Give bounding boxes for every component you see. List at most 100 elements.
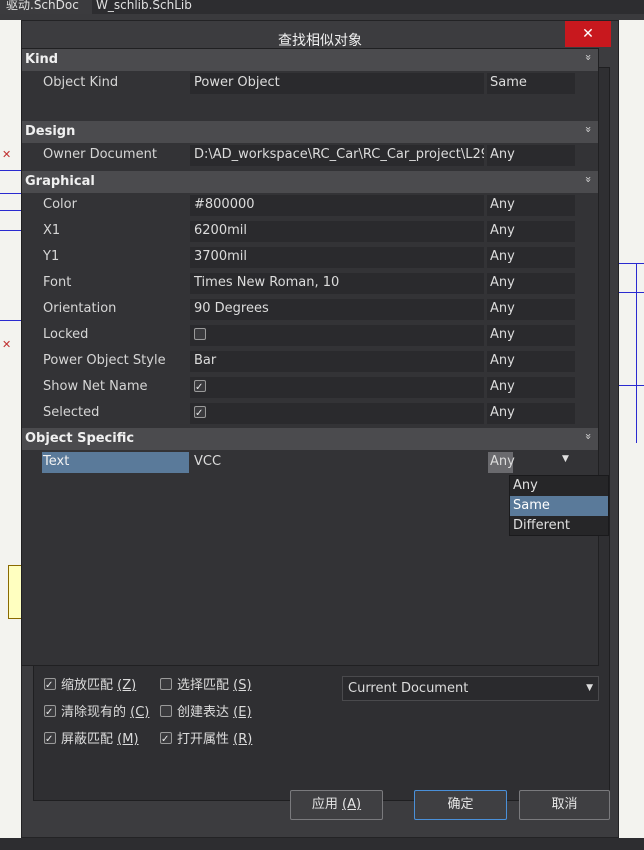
schematic-wire [0, 193, 21, 194]
editor-tab-schdoc[interactable]: 驱动.SchDoc [0, 0, 92, 14]
match-mode-dropdown-list: Any Same Different [509, 475, 609, 536]
dropdown-option-same[interactable]: Same [510, 496, 608, 516]
locked-checkbox[interactable] [194, 328, 206, 340]
property-name: Object Kind [43, 75, 119, 90]
row-show-net-name[interactable]: Show Net Name Any [22, 375, 598, 401]
option-create-expression[interactable]: 创建表达 (E) [160, 703, 252, 723]
schematic-wire [0, 210, 21, 211]
row-color[interactable]: Color #800000 Any [22, 193, 598, 219]
property-value: D:\AD_workspace\RC_Car\RC_Car_project\L2… [190, 145, 484, 166]
section-label: Object Specific [25, 431, 135, 446]
scope-select[interactable]: Current Document ▼ [342, 676, 599, 701]
close-icon: ✕ [582, 26, 594, 42]
property-value: VCC [194, 454, 222, 469]
collapse-chevron-icon[interactable]: » [582, 126, 595, 133]
schematic-wire [0, 230, 21, 231]
match-mode[interactable]: Any [487, 325, 575, 346]
editor-tab-label: W_schlib.SchLib [96, 0, 192, 12]
section-graphical[interactable]: Graphical » [22, 171, 598, 193]
row-x1[interactable]: X1 6200mil Any [22, 219, 598, 245]
section-label: Design [25, 124, 76, 139]
row-selected[interactable]: Selected Any [22, 401, 598, 427]
property-name: Selected [43, 405, 100, 420]
dropdown-option-different[interactable]: Different [510, 516, 608, 536]
match-mode[interactable]: Any [487, 145, 575, 166]
row-locked[interactable]: Locked Any [22, 323, 598, 349]
schematic-wire [636, 263, 637, 443]
checkbox[interactable] [160, 730, 172, 750]
option-label: 选择匹配 [177, 678, 230, 693]
option-select-matching[interactable]: 选择匹配 (S) [160, 676, 252, 696]
schematic-wire [0, 320, 21, 321]
option-shortcut: (E) [233, 705, 252, 720]
row-object-kind[interactable]: Object Kind Power Object Same [22, 71, 598, 97]
match-mode[interactable]: Any [487, 299, 575, 320]
schematic-wire [0, 170, 21, 171]
match-mode[interactable]: Same [487, 73, 575, 94]
scope-value: Current Document [348, 681, 469, 696]
property-value: #800000 [190, 195, 484, 216]
show-net-name-checkbox[interactable] [194, 378, 206, 398]
option-shortcut: (M) [117, 732, 139, 747]
option-label: 缩放匹配 [61, 678, 114, 693]
property-value [190, 403, 484, 424]
row-power-object-style[interactable]: Power Object Style Bar Any [22, 349, 598, 375]
match-mode[interactable]: Any [487, 221, 575, 242]
schematic-wire [619, 263, 644, 264]
section-design[interactable]: Design » [22, 121, 598, 143]
property-name: Color [43, 197, 77, 212]
option-mask-matching[interactable]: 屏蔽匹配 (M) [44, 730, 139, 750]
schematic-wire [619, 292, 644, 293]
option-open-properties[interactable]: 打开属性 (R) [160, 730, 252, 750]
collapse-chevron-icon[interactable]: » [582, 54, 595, 61]
checkbox[interactable] [44, 730, 56, 750]
collapse-chevron-icon[interactable]: » [582, 433, 595, 440]
row-y1[interactable]: Y1 3700mil Any [22, 245, 598, 271]
option-label: 清除现有的 [61, 705, 127, 720]
property-name: Text [43, 454, 70, 469]
property-name: Locked [43, 327, 89, 342]
apply-button[interactable]: 应用 (A) [290, 790, 383, 820]
option-label: 打开属性 [177, 732, 230, 747]
section-kind[interactable]: Kind » [22, 49, 598, 71]
cancel-button[interactable]: 取消 [519, 790, 610, 820]
checkbox[interactable] [44, 703, 56, 723]
checkbox[interactable] [44, 676, 56, 696]
match-mode[interactable]: Any [487, 351, 575, 372]
property-name: X1 [43, 223, 61, 238]
section-object-specific[interactable]: Object Specific » [22, 428, 598, 450]
match-mode[interactable]: Any [487, 377, 575, 398]
row-owner-document[interactable]: Owner Document D:\AD_workspace\RC_Car\RC… [22, 143, 598, 169]
checkbox[interactable] [160, 705, 172, 717]
option-shortcut: (Z) [117, 678, 137, 693]
dropdown-arrow-icon[interactable]: ▼ [562, 454, 569, 464]
match-mode[interactable]: Any [487, 195, 575, 216]
option-zoom-matching[interactable]: 缩放匹配 (Z) [44, 676, 136, 696]
property-value: 6200mil [190, 221, 484, 242]
property-value: Power Object [190, 73, 484, 94]
no-erc-marker-icon: ✕ [2, 338, 12, 351]
property-name: Font [43, 275, 72, 290]
option-clear-existing[interactable]: 清除现有的 (C) [44, 703, 149, 723]
selected-checkbox[interactable] [194, 404, 206, 424]
dropdown-option-any[interactable]: Any [510, 476, 608, 496]
row-orientation[interactable]: Orientation 90 Degrees Any [22, 297, 598, 323]
editor-tab-label: 驱动.SchDoc [6, 0, 79, 12]
collapse-chevron-icon[interactable]: » [582, 176, 595, 183]
checkbox[interactable] [160, 678, 172, 690]
property-value: Times New Roman, 10 [190, 273, 484, 294]
option-shortcut: (S) [233, 678, 252, 693]
close-button[interactable]: ✕ [565, 21, 611, 47]
property-value: 3700mil [190, 247, 484, 268]
match-mode[interactable]: Any [487, 247, 575, 268]
editor-tab-bar: 驱动.SchDoc W_schlib.SchLib [0, 0, 644, 14]
dropdown-arrow-icon: ▼ [586, 683, 593, 693]
match-mode[interactable]: Any [487, 273, 575, 294]
editor-tab-schlib[interactable]: W_schlib.SchLib [90, 0, 242, 14]
row-font[interactable]: Font Times New Roman, 10 Any [22, 271, 598, 297]
ok-button[interactable]: 确定 [414, 790, 507, 820]
no-erc-marker-icon: ✕ [2, 148, 12, 161]
row-text[interactable]: Text VCC Any ▼ [22, 450, 598, 476]
option-label: 创建表达 [177, 705, 230, 720]
match-mode[interactable]: Any [487, 403, 575, 424]
